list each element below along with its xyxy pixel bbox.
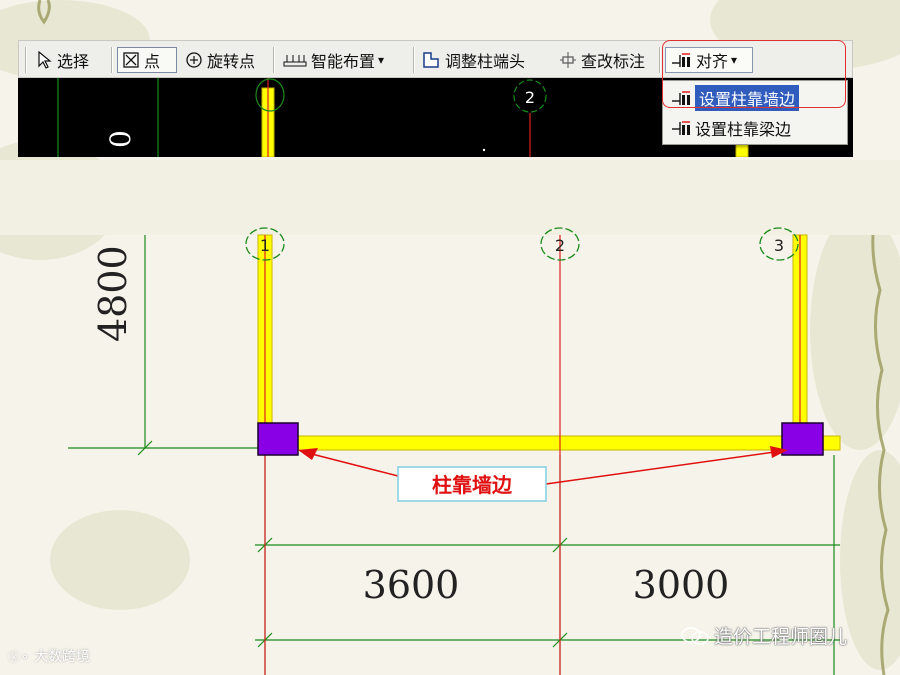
align-dropdown-button[interactable]: 对齐 ▾ bbox=[665, 47, 753, 73]
wechat-icon bbox=[681, 626, 709, 645]
smart-layout-button[interactable]: 智能布置 ▾ bbox=[283, 47, 384, 73]
point-button[interactable]: 点 bbox=[117, 47, 177, 73]
rotate-point-button[interactable]: 旋转点 bbox=[185, 47, 255, 73]
svg-text:2: 2 bbox=[555, 236, 565, 255]
smart-layout-label: 智能布置 bbox=[311, 52, 376, 71]
axis-bubble-label: 2 bbox=[525, 88, 535, 107]
select-button[interactable]: 选择 bbox=[37, 47, 89, 73]
adjust-column-end-icon bbox=[423, 52, 439, 68]
dimension-4800: 4800 bbox=[91, 245, 135, 342]
point-label: 点 bbox=[144, 52, 161, 71]
menu-item-label: 设置柱靠墙边 bbox=[695, 85, 800, 111]
adjust-column-end-button[interactable]: 调整柱端头 bbox=[421, 47, 525, 73]
toolbar-separator bbox=[659, 47, 661, 73]
svg-text:1: 1 bbox=[260, 236, 270, 255]
watermark-logo-icon: ⓚ⚬ bbox=[8, 649, 31, 664]
toolbar: 选择 点 旋转点 智能布置 ▾ 调整柱端头 查改标注 对齐 ▾ bbox=[18, 40, 853, 78]
svg-text:3: 3 bbox=[774, 236, 784, 255]
boxed-x-point-icon bbox=[123, 52, 139, 68]
toolbar-grip bbox=[25, 47, 27, 73]
select-label: 选择 bbox=[57, 52, 90, 71]
column-right[interactable] bbox=[781, 422, 824, 456]
dimension-3000: 3000 bbox=[633, 563, 730, 607]
dimension-3600: 3600 bbox=[363, 563, 460, 607]
adjust-column-end-label: 调整柱端头 bbox=[445, 52, 526, 71]
callout-label: 柱靠墙边 bbox=[432, 473, 513, 497]
chevron-down-icon: ▾ bbox=[731, 53, 738, 67]
cursor-arrow-icon bbox=[38, 51, 52, 69]
watermark-right: 造价工程师圈儿 bbox=[680, 622, 847, 649]
align-label: 对齐 bbox=[696, 52, 729, 71]
menu-item-label: 设置柱靠梁边 bbox=[695, 120, 792, 139]
wall-horizontal bbox=[257, 435, 841, 451]
menu-item-column-beam-align[interactable]: 设置柱靠梁边 bbox=[667, 115, 845, 141]
column-wall-align-icon bbox=[672, 91, 690, 105]
rotate-point-icon bbox=[186, 52, 202, 68]
menu-item-column-wall-align[interactable]: 设置柱靠墙边 bbox=[667, 85, 845, 111]
column-left[interactable] bbox=[257, 422, 299, 456]
align-dropdown-menu: 设置柱靠墙边 设置柱靠梁边 bbox=[662, 80, 848, 145]
chevron-down-icon: ▾ bbox=[378, 53, 385, 67]
watermark-right-text: 造价工程师圈儿 bbox=[714, 626, 848, 648]
column-beam-align-icon bbox=[672, 121, 690, 135]
dimension-lines bbox=[68, 235, 840, 675]
partial-dimension-text: 0 bbox=[104, 130, 137, 148]
toolbar-separator bbox=[111, 47, 113, 73]
rotate-point-label: 旋转点 bbox=[207, 52, 256, 71]
dimension-edit-button[interactable]: 查改标注 bbox=[559, 47, 645, 73]
smart-layout-icon bbox=[283, 55, 307, 67]
toolbar-separator bbox=[273, 47, 275, 73]
watermark-left: ⓚ⚬ 大数跨境 bbox=[8, 646, 90, 666]
align-columns-icon bbox=[672, 53, 690, 67]
dimension-edit-icon bbox=[560, 52, 576, 68]
toolbar-separator bbox=[413, 47, 415, 73]
dimension-edit-label: 查改标注 bbox=[581, 52, 646, 71]
watermark-left-text: 大数跨境 bbox=[34, 649, 91, 665]
